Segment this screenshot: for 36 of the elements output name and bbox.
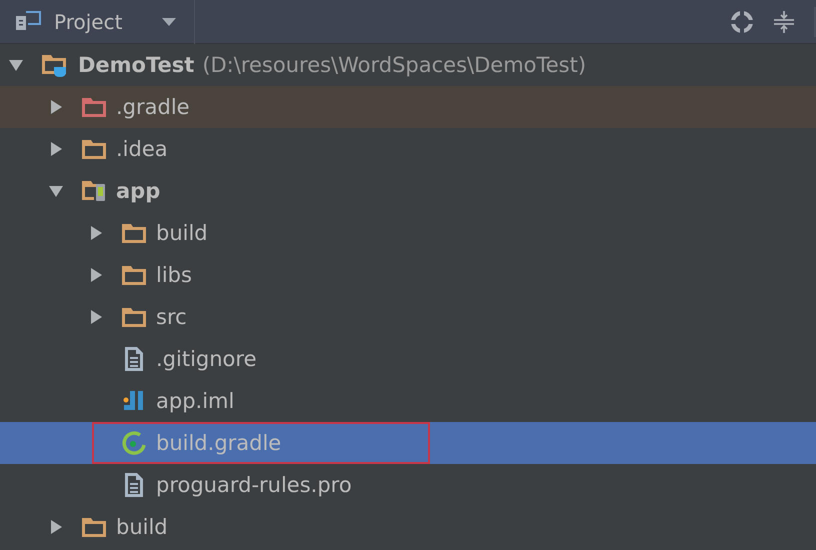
dropdown-caret-icon xyxy=(162,16,176,26)
collapse-all-icon[interactable] xyxy=(772,10,796,34)
tree-row[interactable]: .gitignore xyxy=(0,338,816,380)
expand-arrow-icon[interactable] xyxy=(48,519,64,535)
item-label: libs xyxy=(156,263,192,287)
expand-arrow-icon[interactable] xyxy=(88,267,104,283)
expand-arrow-icon[interactable] xyxy=(88,309,104,325)
item-label: .idea xyxy=(116,137,168,161)
item-label: .gitignore xyxy=(156,347,256,371)
item-label: build xyxy=(116,515,168,539)
tree-row[interactable]: app.iml xyxy=(0,380,816,422)
item-label: build.gradle xyxy=(156,431,282,455)
target-icon[interactable] xyxy=(730,10,754,34)
collapse-arrow-icon[interactable] xyxy=(8,57,24,73)
tree-row[interactable]: build xyxy=(0,212,816,254)
tree-row[interactable]: src xyxy=(0,296,816,338)
expand-arrow-icon[interactable] xyxy=(48,141,64,157)
item-label: app.iml xyxy=(156,389,234,413)
expand-arrow-icon[interactable] xyxy=(88,225,104,241)
expand-arrow-icon[interactable] xyxy=(48,99,64,115)
item-label: proguard-rules.pro xyxy=(156,473,352,497)
item-label: DemoTest xyxy=(78,53,194,77)
tree-row[interactable]: DemoTest (D:\resoures\WordSpaces\DemoTest) xyxy=(0,44,816,86)
tree-row[interactable]: libs xyxy=(0,254,816,296)
tree-row[interactable]: .idea xyxy=(0,128,816,170)
tree-row[interactable]: build xyxy=(0,506,816,548)
tree-row[interactable]: .gradle xyxy=(0,86,816,128)
collapse-arrow-icon[interactable] xyxy=(48,183,64,199)
item-label: .gradle xyxy=(116,95,190,119)
tree-row[interactable]: app xyxy=(0,170,816,212)
item-label: app xyxy=(116,179,160,203)
item-label: build xyxy=(156,221,208,245)
item-label: src xyxy=(156,305,187,329)
view-selector[interactable]: Project xyxy=(54,10,194,34)
tree-row[interactable]: proguard-rules.pro xyxy=(0,464,816,506)
project-path: (D:\resoures\WordSpaces\DemoTest) xyxy=(202,53,586,77)
